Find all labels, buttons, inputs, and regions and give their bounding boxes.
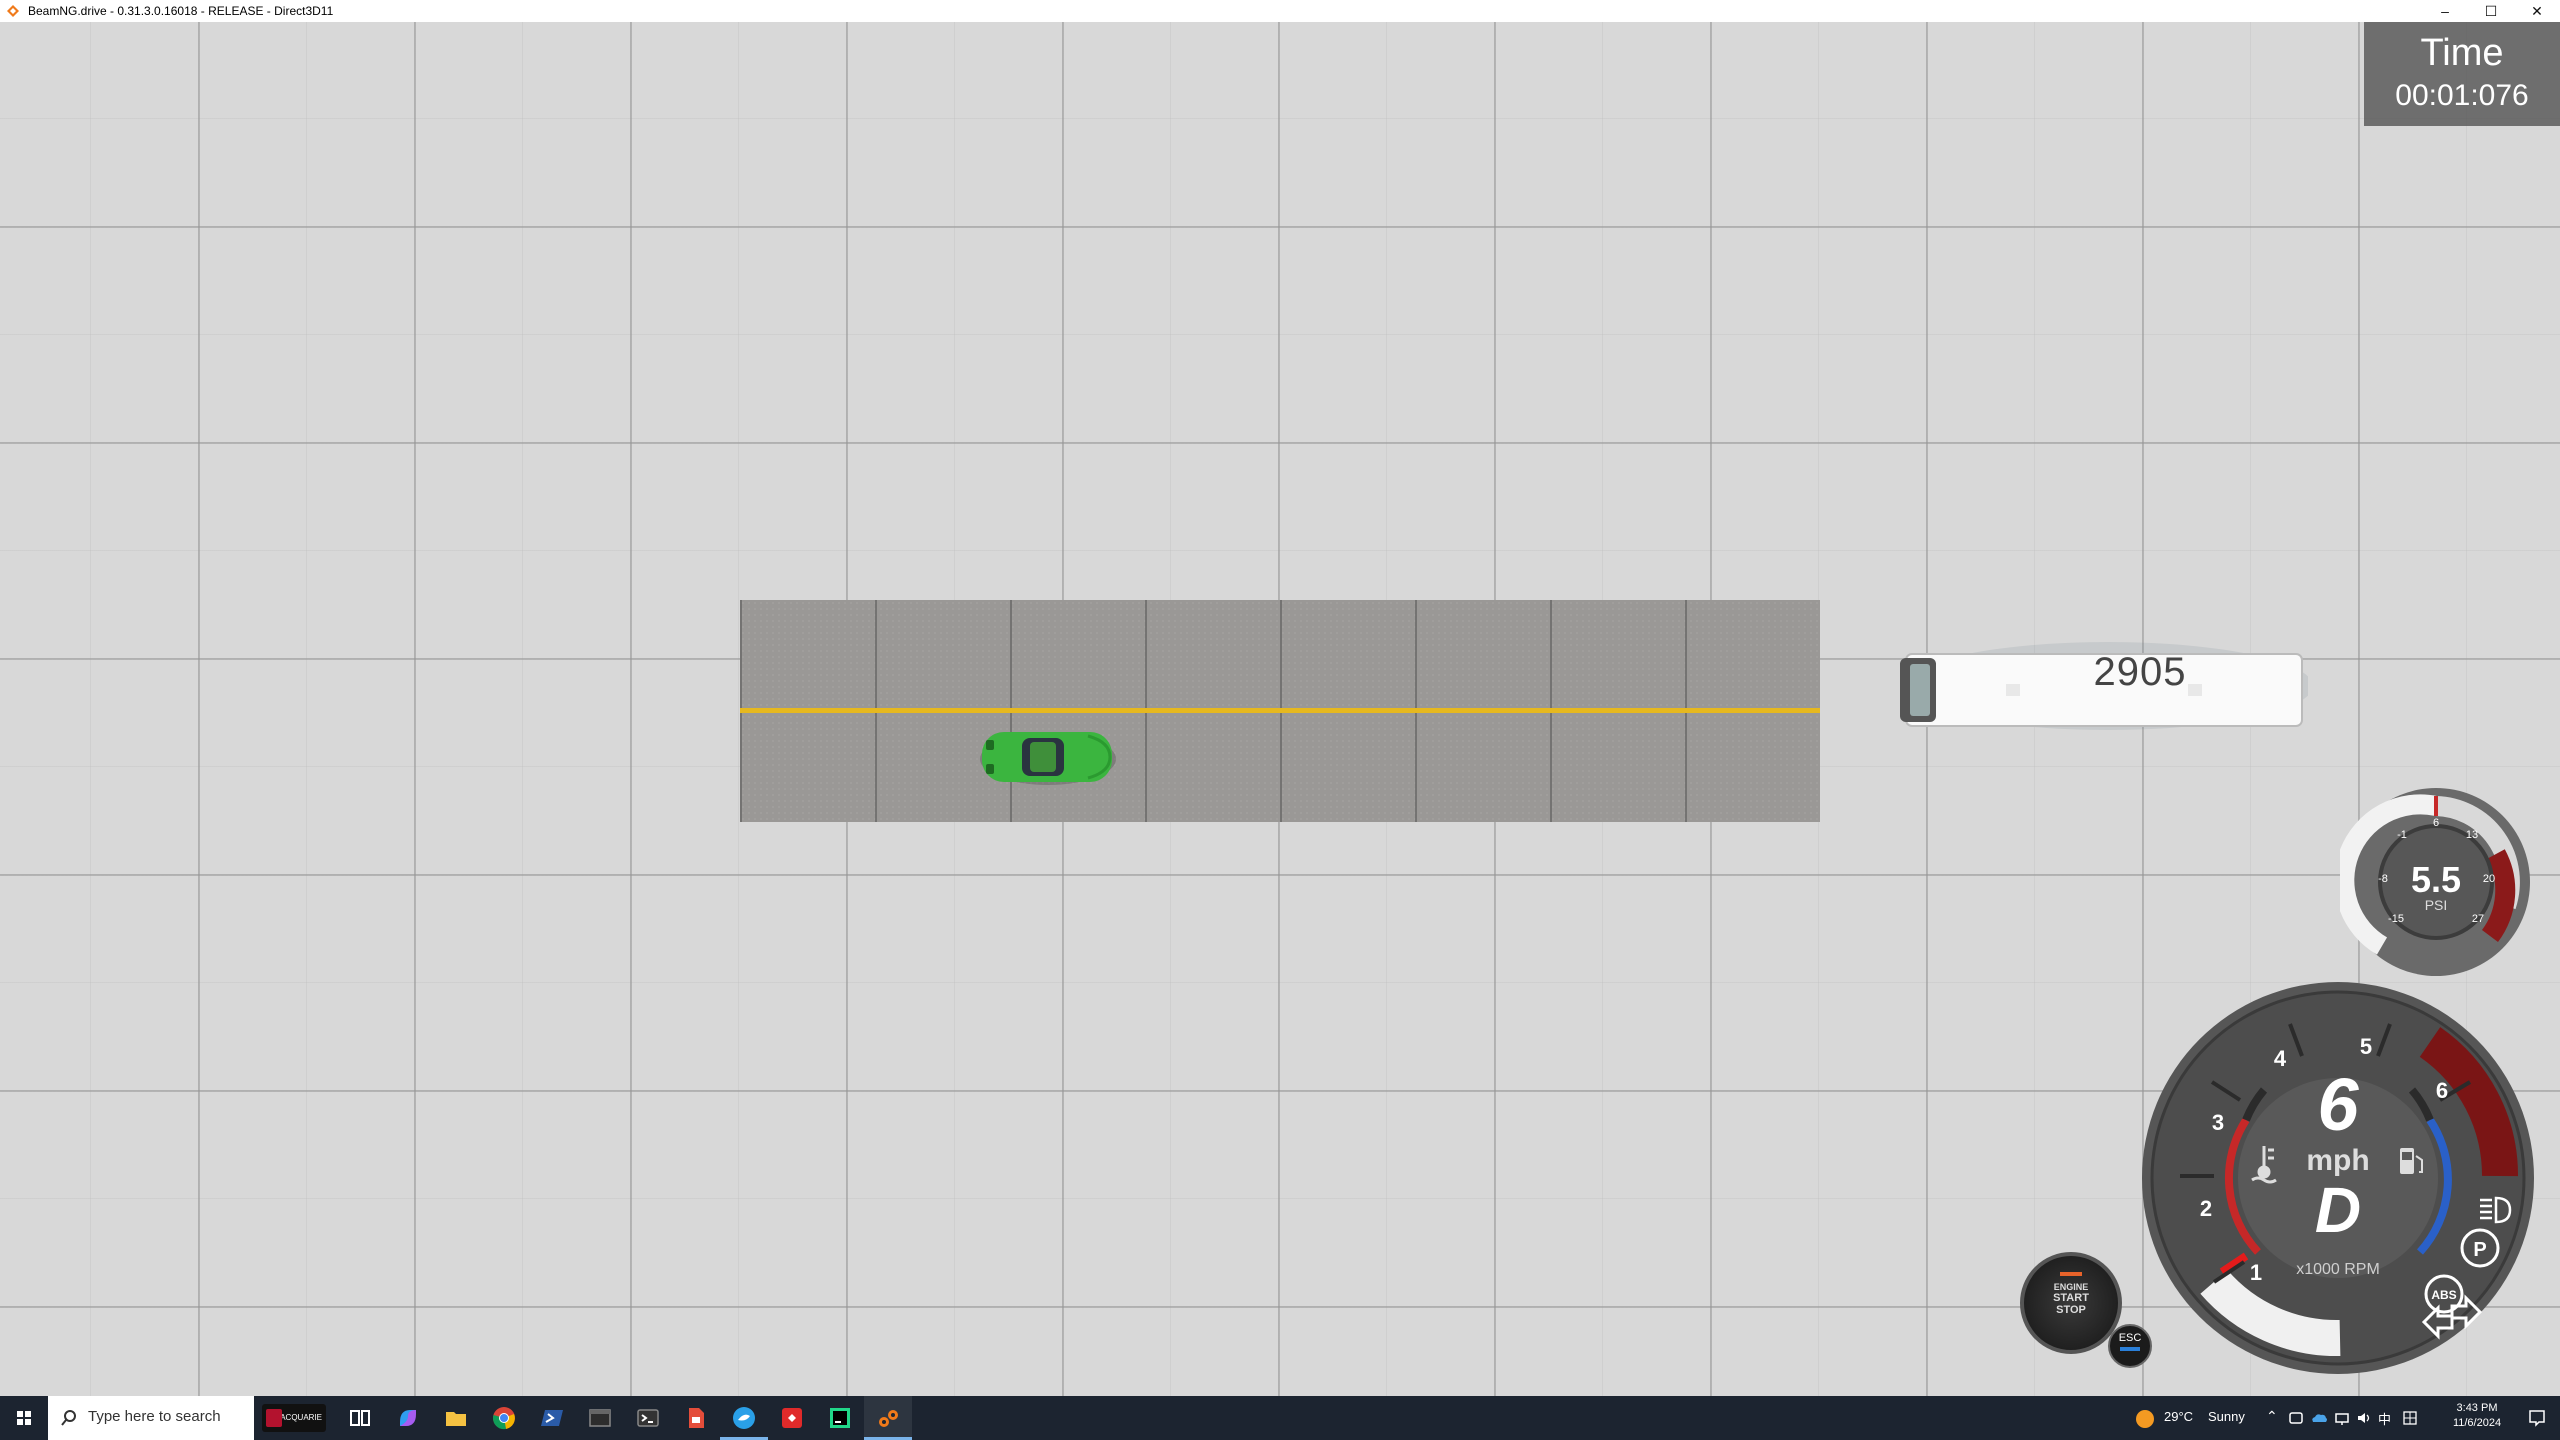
rpm-tick: 6 xyxy=(2436,1078,2448,1103)
taskbar-app-window[interactable] xyxy=(576,1396,624,1440)
rpm-tick: 2 xyxy=(2200,1196,2212,1221)
green-car xyxy=(980,732,1116,785)
boost-unit: PSI xyxy=(2425,897,2448,913)
speedometer-gauge: 1 2 3 4 5 6 6 mph D x1000 RPM P ABS xyxy=(2142,982,2534,1374)
rpm-label: x1000 RPM xyxy=(2296,1261,2380,1278)
chrome-icon xyxy=(493,1407,515,1430)
copilot-icon xyxy=(400,1410,416,1426)
windows-taskbar: Type here to search MACQUARIE 29°C Sunny… xyxy=(0,1396,2560,1440)
boost-value: 5.5 xyxy=(2411,859,2461,900)
clock-date: 11/6/2024 xyxy=(2452,1417,2502,1429)
bus-number: 2905 xyxy=(2093,650,2187,694)
asphalt-road xyxy=(740,600,1820,822)
taskbar-app-anydesk[interactable] xyxy=(768,1396,816,1440)
folder-icon xyxy=(446,1412,466,1426)
weather-temperature: 29°C xyxy=(2164,1409,2194,1424)
network-icon[interactable] xyxy=(2334,1410,2350,1426)
taskbar-clock[interactable]: 3:43 PM 11/6/2024 xyxy=(2446,1396,2508,1440)
boost-tick: 13 xyxy=(2466,829,2478,841)
show-hidden-icons-chevron-icon[interactable]: ⌃ xyxy=(2266,1408,2278,1425)
maximize-button[interactable]: ☐ xyxy=(2468,0,2514,22)
boost-tick: 27 xyxy=(2472,913,2484,925)
time-value: 00:01:076 xyxy=(2395,79,2529,112)
task-view-button[interactable] xyxy=(336,1396,384,1440)
macquarie-logo-icon xyxy=(266,1409,282,1427)
taskbar-app-messaging[interactable] xyxy=(720,1396,768,1440)
tray-app-icon[interactable] xyxy=(2288,1410,2304,1426)
keyboard-layout-icon[interactable] xyxy=(2402,1410,2418,1426)
esc-indicator-light xyxy=(2120,1347,2140,1351)
terminal-icon xyxy=(637,1409,659,1427)
app-window-icon xyxy=(589,1409,611,1427)
esc-label: ESC xyxy=(2118,1332,2142,1344)
minimize-button[interactable]: – xyxy=(2422,0,2468,22)
boost-gauge: 6 -1 13 -8 20 -15 27 5.5 PSI xyxy=(2340,788,2530,976)
engine-button-line2: START xyxy=(2053,1292,2089,1304)
taskbar-app-powershell[interactable] xyxy=(528,1396,576,1440)
svg-text:ABS: ABS xyxy=(2431,1288,2456,1302)
boost-tick: -1 xyxy=(2397,829,2407,841)
window-titlebar: BeamNG.drive - 0.31.3.0.16018 - RELEASE … xyxy=(0,0,2560,22)
time-panel: Time 00:01:076 xyxy=(2364,22,2560,126)
taskbar-pinned-macquarie[interactable]: MACQUARIE xyxy=(258,1396,330,1440)
notification-center-button[interactable] xyxy=(2514,1396,2560,1440)
esc-button[interactable]: ESC xyxy=(2108,1324,2152,1368)
rpm-tick: 4 xyxy=(2274,1046,2287,1071)
engine-button-line3: STOP xyxy=(2056,1304,2086,1316)
pdf-icon xyxy=(689,1408,704,1428)
taskbar-app-beamng[interactable] xyxy=(864,1396,912,1440)
windows-start-icon[interactable] xyxy=(0,1396,48,1440)
taskbar-app-copilot[interactable] xyxy=(384,1396,432,1440)
taskbar-app-pdf[interactable] xyxy=(672,1396,720,1440)
boost-tick: -15 xyxy=(2388,913,2404,925)
taskbar-app-file-explorer[interactable] xyxy=(432,1396,480,1440)
rpm-tick: 5 xyxy=(2360,1034,2372,1059)
rpm-tick: 3 xyxy=(2212,1110,2224,1135)
beamng-app-icon xyxy=(7,5,19,17)
volume-icon[interactable] xyxy=(2356,1410,2372,1426)
svg-text:P: P xyxy=(2473,1239,2486,1261)
search-placeholder: Type here to search xyxy=(88,1408,221,1425)
speed-value: 6 xyxy=(2317,1063,2359,1146)
onedrive-cloud-icon[interactable] xyxy=(2310,1410,2328,1426)
close-button[interactable]: ✕ xyxy=(2514,0,2560,22)
weather-condition: Sunny xyxy=(2208,1409,2245,1424)
boost-tick: -8 xyxy=(2378,873,2388,885)
gear-indicator: D xyxy=(2315,1174,2361,1246)
boost-tick: 20 xyxy=(2483,873,2495,885)
sun-icon xyxy=(2136,1410,2154,1428)
road-center-line xyxy=(740,708,1820,713)
taskbar-app-chrome[interactable] xyxy=(480,1396,528,1440)
boost-tick: 6 xyxy=(2433,817,2439,829)
engine-button-line1: ENGINE xyxy=(2053,1282,2089,1292)
powershell-icon xyxy=(541,1410,563,1426)
anydesk-icon xyxy=(782,1408,802,1428)
clock-time: 3:43 PM xyxy=(2456,1402,2498,1414)
speed-unit: mph xyxy=(2306,1144,2369,1177)
time-label: Time xyxy=(2420,32,2504,74)
engine-start-stop-button[interactable]: ENGINE START STOP xyxy=(2020,1252,2122,1354)
rpm-tick: 1 xyxy=(2250,1260,2262,1285)
window-title: BeamNG.drive - 0.31.3.0.16018 - RELEASE … xyxy=(28,4,334,18)
system-tray: ⌃ 中 xyxy=(2266,1396,2436,1440)
pycharm-icon xyxy=(830,1408,850,1428)
input-method-indicator[interactable]: 中 xyxy=(2378,1409,2391,1428)
taskbar-app-pycharm[interactable] xyxy=(816,1396,864,1440)
beamng-icon xyxy=(879,1410,898,1427)
search-icon xyxy=(61,1410,76,1426)
taskbar-app-terminal[interactable] xyxy=(624,1396,672,1440)
notification-icon xyxy=(2529,1410,2545,1427)
task-view-icon xyxy=(350,1410,370,1426)
engine-indicator-light xyxy=(2060,1272,2082,1276)
chat-bird-icon xyxy=(733,1407,755,1429)
taskbar-search-input[interactable]: Type here to search xyxy=(48,1396,254,1440)
